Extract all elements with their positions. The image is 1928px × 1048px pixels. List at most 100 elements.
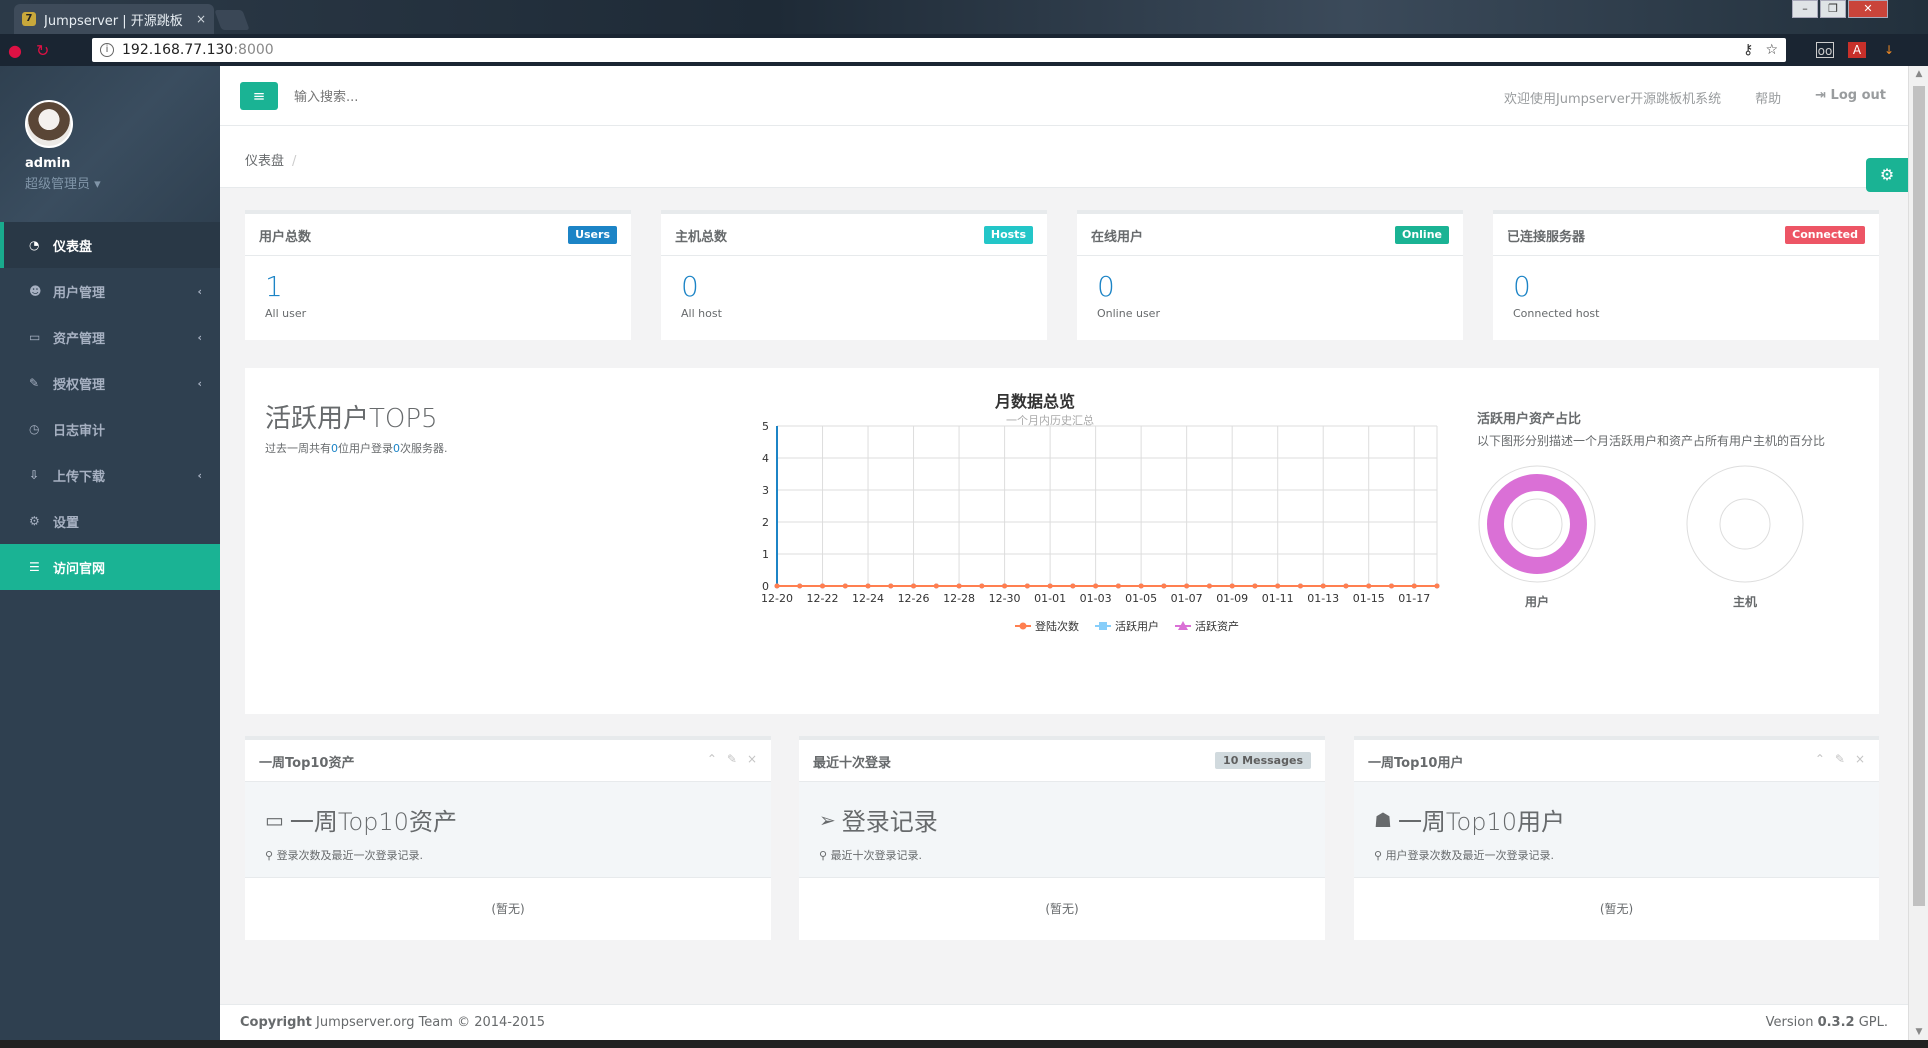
extension-oo-icon[interactable]: oo: [1816, 42, 1834, 58]
x-tick-label: 12-22: [807, 592, 839, 605]
sidebar-menu: ◔ 仪表盘 ☻ 用户管理 ‹ ▭ 资产管理 ‹ ✎ 授权管理 ‹ ◷ 日志审计: [0, 222, 220, 590]
y-tick-label: 2: [762, 516, 769, 529]
collapse-icon[interactable]: ⌃: [707, 752, 717, 766]
chevron-left-icon: ‹: [197, 284, 202, 298]
map-marker-icon: ⚲: [1374, 849, 1383, 862]
theme-settings-gear-icon[interactable]: ⚙: [1866, 158, 1908, 192]
share-ring-charts[interactable]: 用户 主机: [1477, 464, 1877, 624]
sidebar-item-dashboard[interactable]: ◔ 仪表盘: [0, 222, 220, 268]
x-tick-label: 01-13: [1307, 592, 1339, 605]
map-marker-icon: ⚲: [265, 849, 274, 862]
page-scrollbar[interactable]: ▲ ▼: [1908, 66, 1928, 1040]
bookmark-star-icon[interactable]: ☆: [1765, 42, 1778, 58]
close-icon[interactable]: ×: [1855, 752, 1865, 766]
top5-user-count: 0: [331, 442, 338, 455]
breadcrumb-separator: /: [292, 154, 297, 169]
inbox-icon: ▭: [265, 807, 284, 832]
data-point: [797, 583, 803, 589]
data-point: [1275, 583, 1281, 589]
legend-marker: [1099, 622, 1107, 630]
topbar: ≡ 欢迎使用Jumpserver开源跳板机系统 帮助 ⇥ Log out: [220, 66, 1908, 126]
footer: Copyright Jumpserver.org Team © 2014-201…: [220, 1004, 1908, 1040]
sidebar-item-user-management[interactable]: ☻ 用户管理 ‹: [0, 268, 220, 314]
welcome-text: 欢迎使用Jumpserver开源跳板机系统: [1503, 92, 1722, 107]
breadcrumb-current[interactable]: 仪表盘: [245, 154, 284, 169]
panel-description: 用户登录次数及最近一次登录记录.: [1385, 849, 1555, 862]
data-point: [1388, 583, 1394, 589]
topbar-right: 欢迎使用Jumpserver开源跳板机系统 帮助 ⇥ Log out: [1504, 88, 1886, 107]
extension-pdf-icon[interactable]: A: [1848, 42, 1866, 58]
legend-label: 活跃用户: [1115, 619, 1159, 633]
empty-placeholder: (暂无): [1045, 902, 1079, 916]
collapse-icon[interactable]: ⌃: [1815, 752, 1825, 766]
chevron-left-icon: ‹: [197, 330, 202, 344]
sidebar-item-asset-management[interactable]: ▭ 资产管理 ‹: [0, 314, 220, 360]
tab-close-icon[interactable]: ×: [196, 12, 206, 26]
back-icon[interactable]: ●: [8, 41, 22, 60]
sidebar-item-permission-management[interactable]: ✎ 授权管理 ‹: [0, 360, 220, 406]
menu-toggle-button[interactable]: ≡: [240, 82, 278, 110]
profile: admin 超级管理员 ▾: [0, 66, 220, 222]
wrench-icon[interactable]: ✎: [1835, 752, 1845, 766]
data-point: [1206, 583, 1212, 589]
scrollbar-thumb[interactable]: [1913, 86, 1925, 906]
sidebar-item-official-site[interactable]: ☰ 访问官网: [0, 544, 220, 590]
users-icon: ☻: [29, 284, 42, 298]
sidebar: admin 超级管理员 ▾ ◔ 仪表盘 ☻ 用户管理 ‹ ▭ 资产管理 ‹ ✎ …: [0, 66, 220, 1040]
key-icon[interactable]: ⚷: [1743, 42, 1753, 58]
maximize-icon[interactable]: ❐: [1820, 0, 1846, 18]
panel-top10-users: 一周Top10用户 ⌃ ✎ × ☗ 一周Top10用户 ⚲ 用户登录次数及最近一次登录…: [1354, 736, 1879, 940]
sidebar-item-upload-download[interactable]: ⇩ 上传下载 ‹: [0, 452, 220, 498]
data-point: [1229, 583, 1235, 589]
logout-label: Log out: [1830, 88, 1886, 103]
paper-plane-icon: ➢: [819, 807, 836, 832]
data-point: [1070, 583, 1076, 589]
data-point: [1093, 583, 1099, 589]
scroll-down-icon[interactable]: ▼: [1909, 1024, 1928, 1040]
scroll-up-icon[interactable]: ▲: [1909, 66, 1928, 82]
help-link[interactable]: 帮助: [1755, 88, 1781, 107]
window-controls: – ❐ ✕: [1790, 0, 1888, 18]
panel-title: 一周Top10用户: [1368, 756, 1464, 771]
sidebar-item-settings[interactable]: ⚙ 设置: [0, 498, 220, 544]
empty-placeholder: (暂无): [491, 902, 525, 916]
sidebar-item-log-audit[interactable]: ◷ 日志审计: [0, 406, 220, 452]
sidebar-item-label: 仪表盘: [53, 239, 93, 255]
data-point: [1047, 583, 1053, 589]
close-window-icon[interactable]: ✕: [1848, 0, 1888, 18]
data-point: [1252, 583, 1258, 589]
avatar[interactable]: [25, 100, 73, 148]
data-point: [933, 583, 939, 589]
stat-box-hosts: 主机总数 Hosts 0 All host: [661, 210, 1047, 340]
copyright: Copyright Jumpserver.org Team © 2014-201…: [240, 1015, 545, 1040]
search-input[interactable]: [294, 84, 694, 110]
site-info-icon[interactable]: i: [100, 43, 114, 57]
stat-subtitle: Connected host: [1513, 307, 1600, 320]
logout-link[interactable]: ⇥ Log out: [1815, 88, 1886, 107]
extension-download-icon[interactable]: ↓: [1880, 42, 1898, 58]
y-tick-label: 4: [762, 452, 769, 465]
monthly-line-chart[interactable]: 01234512-20 12-22 12-24 12-26 12-28 12-30 01-0…: [545, 418, 1445, 708]
minimize-icon[interactable]: –: [1792, 0, 1818, 18]
wrench-icon[interactable]: ✎: [727, 752, 737, 766]
stat-title: 用户总数: [259, 230, 312, 245]
browser-tab[interactable]: 7 Jumpserver | 开源跳板 ×: [14, 4, 214, 34]
data-point: [979, 583, 985, 589]
x-tick-label: 01-03: [1080, 592, 1112, 605]
reload-icon[interactable]: ↻: [36, 41, 49, 60]
version-label: Version: [1765, 1015, 1818, 1030]
stat-subtitle: All user: [265, 307, 307, 320]
user-role-dropdown[interactable]: 超级管理员 ▾: [25, 173, 220, 192]
new-tab-button[interactable]: [214, 10, 250, 30]
close-icon[interactable]: ×: [747, 752, 757, 766]
status-badge: Online: [1394, 226, 1449, 244]
url-field[interactable]: i 192.168.77.130 :8000 ⚷ ☆: [92, 38, 1786, 62]
data-point: [1002, 583, 1008, 589]
data-point: [865, 583, 871, 589]
ring-label: 主机: [1733, 594, 1757, 609]
user-name[interactable]: admin: [25, 156, 220, 171]
edit-icon: ✎: [29, 376, 40, 390]
chevron-left-icon: ‹: [197, 376, 202, 390]
user-icon: ☗: [1374, 807, 1392, 832]
panel-description: 登录次数及最近一次登录记录.: [276, 849, 424, 862]
